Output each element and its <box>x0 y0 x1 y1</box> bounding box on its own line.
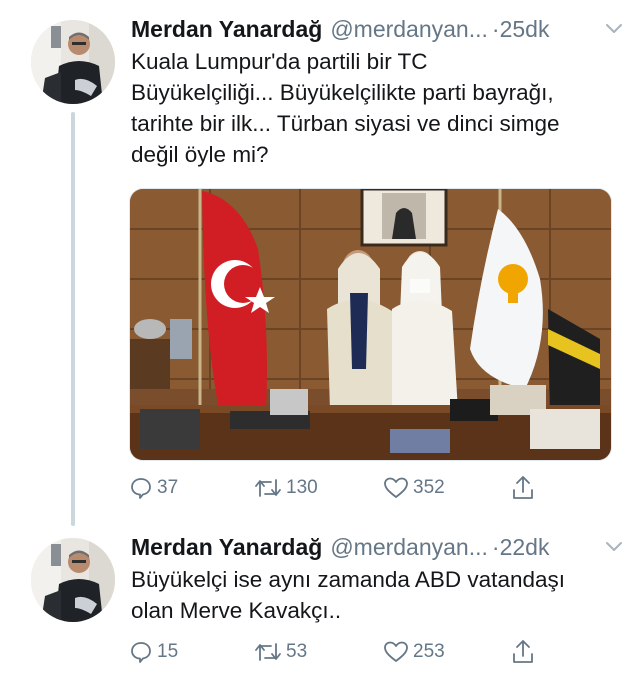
share-upload-icon <box>511 475 535 501</box>
share-upload-icon <box>511 639 535 665</box>
author-handle[interactable]: @merdanyan... <box>330 16 488 43</box>
speech-bubble-icon <box>129 640 153 664</box>
share-button[interactable] <box>511 473 535 503</box>
retweet-button[interactable]: 53 <box>254 637 307 667</box>
timestamp[interactable]: 25dk <box>500 16 550 43</box>
speech-bubble-icon <box>129 476 153 500</box>
timestamp[interactable]: 22dk <box>500 534 550 561</box>
retweet-count: 130 <box>286 477 318 498</box>
heart-outline-icon <box>383 476 409 500</box>
tweet-text: Büyükelçi ise aynı zamanda ABD vatandaşı… <box>131 564 621 626</box>
tweet-text-line: Kuala Lumpur'da partili bir TC <box>131 49 428 74</box>
chevron-down-icon[interactable] <box>605 20 623 38</box>
tweet-photo[interactable] <box>129 188 612 461</box>
reply-count: 15 <box>157 641 179 662</box>
avatar-photo <box>31 20 115 104</box>
tweet-text: Kuala Lumpur'da partili bir TC Büyükelçi… <box>131 46 621 170</box>
tweet-text-line: değil öyle mi? <box>131 142 269 167</box>
heart-outline-icon <box>383 640 409 664</box>
retweet-button[interactable]: 130 <box>254 473 318 503</box>
reply-count: 37 <box>157 477 179 498</box>
tweet-actions: 15 53 253 <box>129 637 549 667</box>
retweet-count: 53 <box>286 641 308 662</box>
retweet-arrows-icon <box>254 476 282 500</box>
tweet-text-line: tarihte bir ilk... Türban siyasi ve dinc… <box>131 111 560 136</box>
tweet-header: Merdan Yanardağ @merdanyan... · 25dk <box>131 14 623 44</box>
share-button[interactable] <box>511 637 535 667</box>
author-name[interactable]: Merdan Yanardağ <box>131 534 322 561</box>
tweet-actions: 37 130 352 <box>129 473 549 503</box>
separator-dot: · <box>491 15 500 42</box>
like-button[interactable]: 253 <box>383 637 445 667</box>
retweet-arrows-icon <box>254 640 282 664</box>
separator-dot: · <box>491 533 500 560</box>
tweet-text-line: Büyükelçi ise aynı zamanda ABD vatandaşı <box>131 567 565 592</box>
like-count: 253 <box>413 641 445 662</box>
tweet[interactable]: Merdan Yanardağ @merdanyan... · 25dk Kua… <box>0 0 641 526</box>
tweet-text-line: Büyükelçiliği... Büyükelçilikte parti ba… <box>131 80 554 105</box>
author-handle[interactable]: @merdanyan... <box>330 534 488 561</box>
avatar-photo <box>31 538 115 622</box>
like-button[interactable]: 352 <box>383 473 445 503</box>
tweet-text-line: olan Merve Kavakçı.. <box>131 598 342 623</box>
like-count: 352 <box>413 477 445 498</box>
reply-button[interactable]: 15 <box>129 637 178 667</box>
reply-button[interactable]: 37 <box>129 473 178 503</box>
photo-office-scene <box>130 189 611 460</box>
avatar[interactable] <box>31 538 115 622</box>
author-name[interactable]: Merdan Yanardağ <box>131 16 322 43</box>
avatar[interactable] <box>31 20 115 104</box>
chevron-down-icon[interactable] <box>605 538 623 556</box>
tweet[interactable]: Merdan Yanardağ @merdanyan... · 22dk Büy… <box>0 526 641 680</box>
tweet-header: Merdan Yanardağ @merdanyan... · 22dk <box>131 532 623 562</box>
